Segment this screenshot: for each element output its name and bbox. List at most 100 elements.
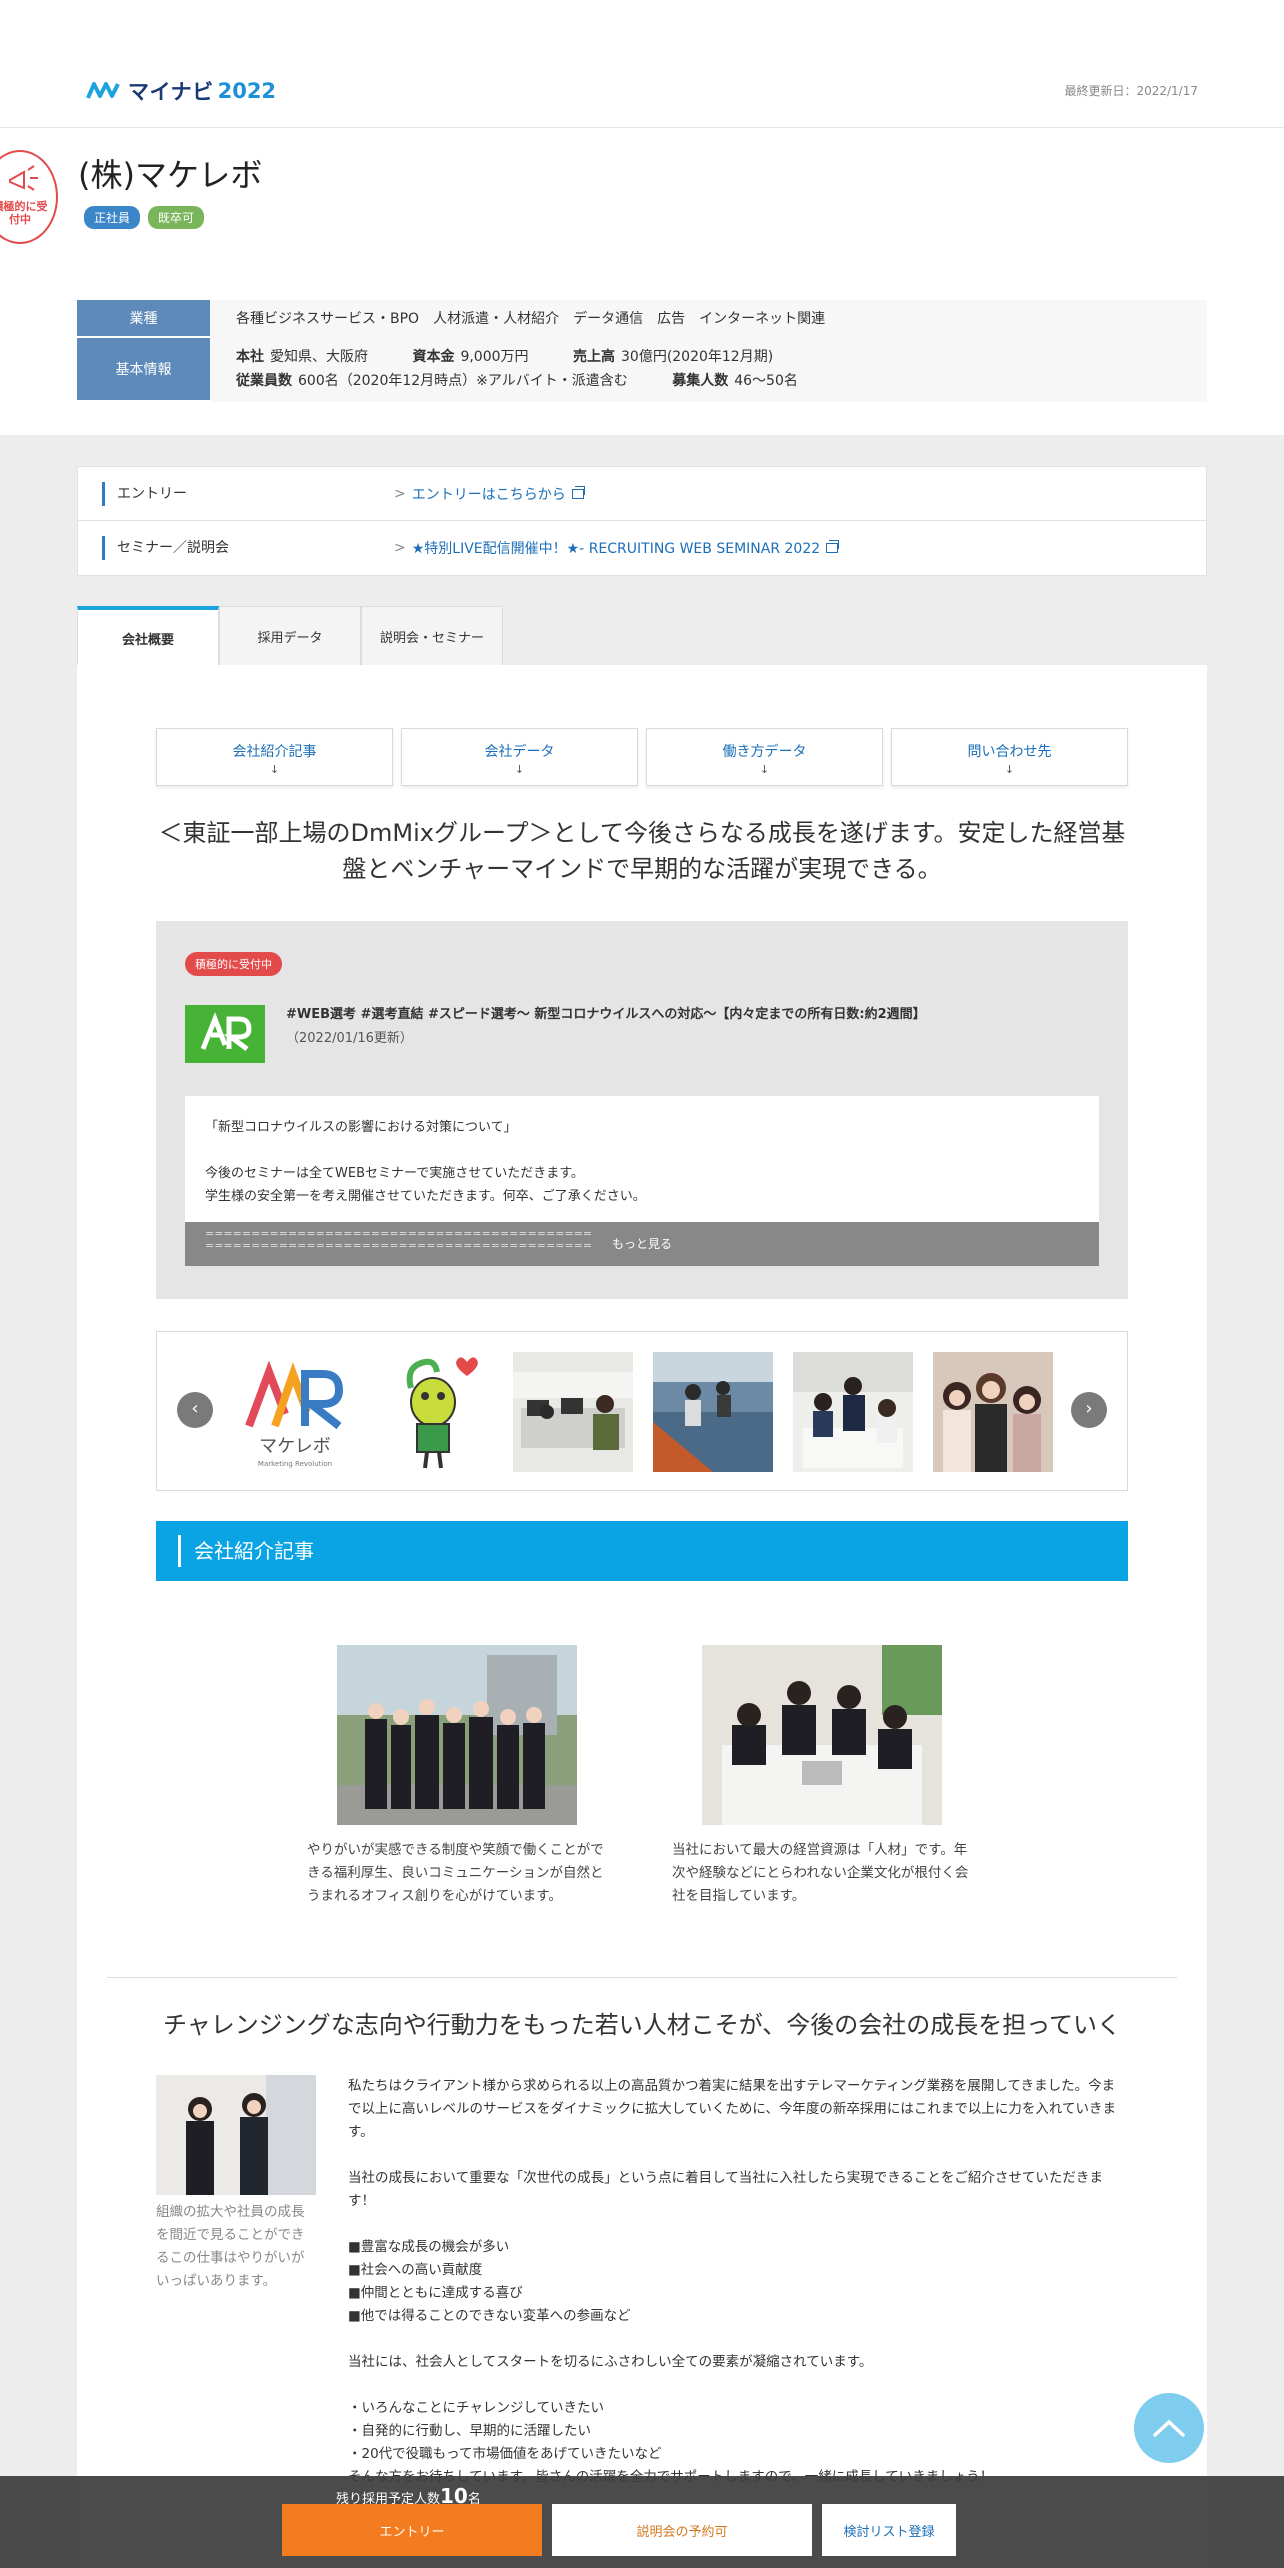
arrow-down-icon: ↓	[759, 763, 770, 776]
entry-links-box: エントリー > エントリーはこちらから セミナー／説明会 > ★特別LIVE配信…	[77, 466, 1207, 576]
site-header: マイナビ 2022 最終更新日：2022/1/17	[0, 0, 1284, 128]
tab-seminars[interactable]: 説明会・セミナー	[361, 606, 503, 666]
mynavi-logo-icon	[86, 82, 120, 99]
chevron-right-icon: >	[394, 485, 406, 502]
separator-text: ========================================…	[205, 1228, 592, 1252]
hq-label: 本社	[236, 349, 264, 365]
accepting-badge: 積極的に受付中	[185, 952, 282, 976]
photo-carousel: ‹ マケレボ Marketing Revolution ›	[156, 1331, 1128, 1491]
notice-title[interactable]: #WEB選考 #選考直結 #スピード選考～ 新型コロナウイルスへの対応～【内々定…	[286, 1003, 926, 1051]
body-list-item: ・20代で役職もって市場価値をあげていきたいなど	[348, 2446, 662, 2462]
arrow-down-icon: ↓	[514, 763, 525, 776]
article-caption: やりがいが実感できる制度や笑顔で働くことができる福利厚生、良いコミュニケーション…	[307, 1842, 604, 1904]
tag-graduates-ok: 既卒可	[148, 206, 205, 229]
notice-box: 積極的に受付中 #WEB選考 #選考直結 #スピード選考～ 新型コロナウイルスへ…	[156, 921, 1128, 1299]
industry-label: 業種	[77, 300, 210, 338]
recruit-value: 46～50名	[734, 373, 798, 389]
add-to-list-button[interactable]: 検討リスト登録	[822, 2504, 956, 2556]
notice-line: 学生様の安全第一を考え開催させていただきます。何卒、ご了承ください。	[205, 1189, 646, 1204]
carousel-next-button[interactable]: ›	[1071, 1392, 1107, 1428]
article-card[interactable]: やりがいが実感できる制度や笑顔で働くことができる福利厚生、良いコミュニケーション…	[307, 1645, 607, 1908]
subnav-articles[interactable]: 会社紹介記事 ↓	[156, 728, 393, 786]
arrow-down-icon: ↓	[1004, 763, 1015, 776]
catchphrase: ＜東証一部上場のDmMixグループ＞として今後さらなる成長を遂げます。安定した経…	[158, 819, 1126, 883]
article-photo-meeting[interactable]	[702, 1645, 942, 1825]
sales-label: 売上高	[573, 349, 615, 365]
carousel-photo-ocean[interactable]	[653, 1352, 773, 1472]
notice-line: 「新型コロナウイルスの影響における対策について」	[205, 1120, 517, 1135]
entry-button[interactable]: エントリー	[282, 2504, 542, 2556]
subnav-articles-label: 会社紹介記事	[232, 744, 317, 760]
subnav-contact[interactable]: 問い合わせ先 ↓	[891, 728, 1128, 786]
article-caption: 当社において最大の経営資源は「人材」です。年次や経験などにとらわれない企業文化が…	[672, 1842, 969, 1904]
section-subnav: 会社紹介記事 ↓ 会社データ ↓ 働き方データ ↓ 問い合わせ先 ↓	[156, 728, 1128, 786]
body-paragraph: 当社の成長において重要な「次世代の成長」という点に着目して当社に入社したら実現で…	[348, 2170, 1103, 2209]
subnav-company-data[interactable]: 会社データ ↓	[401, 728, 638, 786]
tab-company-overview[interactable]: 会社概要	[77, 606, 219, 666]
last-updated: 最終更新日：2022/1/17	[1064, 84, 1198, 98]
entry-row: エントリー > エントリーはこちらから	[78, 467, 1206, 521]
basic-info-value: 本社 愛知県、大阪府 資本金 9,000万円 売上高 30億円(2020年12月期) …	[210, 338, 1207, 402]
tag-fulltime: 正社員	[84, 206, 141, 229]
notice-title-text[interactable]: #WEB選考 #選考直結 #スピード選考～ 新型コロナウイルスへの対応～【内々定…	[286, 1007, 926, 1022]
carousel-photo-meeting[interactable]	[793, 1352, 913, 1472]
body-list-item: ・自発的に行動し、早期的に活躍したい	[348, 2423, 591, 2439]
industry-value: 各種ビジネスサービス・BPO 人材派遣・人材紹介 データ通信 広告 インターネッ…	[236, 311, 826, 327]
subnav-contact-label: 問い合わせ先	[967, 744, 1052, 760]
job-tags: 正社員 既卒可	[84, 206, 205, 229]
chevron-up-icon	[1153, 2419, 1185, 2437]
subnav-work-data[interactable]: 働き方データ ↓	[646, 728, 883, 786]
entry-label: エントリー	[102, 481, 342, 506]
external-link-icon	[571, 485, 585, 499]
brand-year: 2022	[217, 79, 277, 103]
recruit-label: 募集人数	[672, 373, 729, 389]
seminar-link-text[interactable]: ★特別LIVE配信開催中！★- RECRUITING WEB SEMINAR 2…	[412, 538, 820, 558]
subnav-company-data-label: 会社データ	[484, 744, 555, 760]
back-to-top-button[interactable]	[1134, 2393, 1204, 2463]
section-title-articles: 会社紹介記事	[156, 1521, 1128, 1581]
side-photo	[156, 2075, 316, 2195]
accepting-stamp: 積極的に受付中	[0, 150, 58, 244]
section-divider	[107, 1977, 1177, 1978]
message-body: 私たちはクライアント様から求められる以上の高品質かつ着実に結果を出すテレマーケテ…	[348, 2075, 1128, 2489]
carousel-prev-button[interactable]: ‹	[177, 1392, 213, 1428]
body-list-item: ■豊富な成長の機会が多い	[348, 2239, 510, 2255]
capital-label: 資本金	[412, 349, 455, 365]
stamp-text: 積極的に受付中	[0, 200, 48, 226]
body-paragraph: 当社には、社会人としてスタートを切るにふさわしい全ての要素が凝縮されています。	[348, 2354, 873, 2370]
seminar-link[interactable]: > ★特別LIVE配信開催中！★- RECRUITING WEB SEMINAR…	[394, 538, 840, 558]
entry-link-text[interactable]: エントリーはこちらから	[412, 484, 566, 504]
body-list-item: ■社会への高い貢献度	[348, 2262, 483, 2278]
notice-line: 今後のセミナーは全てWEBセミナーで実施させていただきます。	[205, 1166, 584, 1181]
carousel-mascot[interactable]	[375, 1352, 495, 1472]
carousel-photo-staff[interactable]	[933, 1352, 1053, 1472]
notice-updated: （2022/01/16更新）	[286, 1031, 413, 1046]
article-photo-group[interactable]	[337, 1645, 577, 1825]
separator-line: ========================================…	[205, 1239, 593, 1252]
external-link-icon	[826, 540, 840, 553]
page-tabs: 会社概要 採用データ 説明会・セミナー	[77, 606, 503, 666]
body-list-item: ・いろんなことにチャレンジしていきたい	[348, 2400, 604, 2416]
show-more-button[interactable]: ========================================…	[185, 1222, 1099, 1266]
sales-value: 30億円(2020年12月期)	[621, 349, 774, 365]
seminar-reserve-button[interactable]: 説明会の予約可	[552, 2504, 812, 2556]
sticky-footer: 残り採用予定人数10名 エントリー 説明会の予約可 検討リスト登録	[0, 2476, 1284, 2568]
basic-info-label: 基本情報	[77, 338, 210, 402]
subnav-work-data-label: 働き方データ	[722, 744, 807, 760]
hq-value: 愛知県、大阪府	[270, 349, 368, 365]
employees-label: 従業員数	[236, 373, 292, 389]
side-photo-caption: 組織の拡大や社員の成長を間近で見ることができるこの仕事はやりがいがいっぱいありま…	[156, 2204, 305, 2289]
article-card[interactable]: 当社において最大の経営資源は「人材」です。年次や経験などにとらわれない企業文化が…	[672, 1645, 972, 1908]
carousel-photo-office[interactable]	[513, 1352, 633, 1472]
mr-logo-icon	[200, 1012, 252, 1051]
company-logo-small	[185, 1005, 265, 1063]
arrow-down-icon: ↓	[269, 763, 280, 776]
entry-link[interactable]: > エントリーはこちらから	[394, 484, 585, 504]
mynavi-logo[interactable]: マイナビ 2022	[86, 76, 276, 106]
capital-value: 9,000万円	[460, 349, 529, 365]
show-more-label[interactable]: もっと見る	[612, 1237, 672, 1251]
company-name: (株)マケレボ	[78, 156, 263, 194]
tab-recruitment-data[interactable]: 採用データ	[219, 606, 361, 666]
carousel-logo[interactable]: マケレボ Marketing Revolution	[235, 1352, 355, 1472]
megaphone-icon	[9, 165, 38, 191]
